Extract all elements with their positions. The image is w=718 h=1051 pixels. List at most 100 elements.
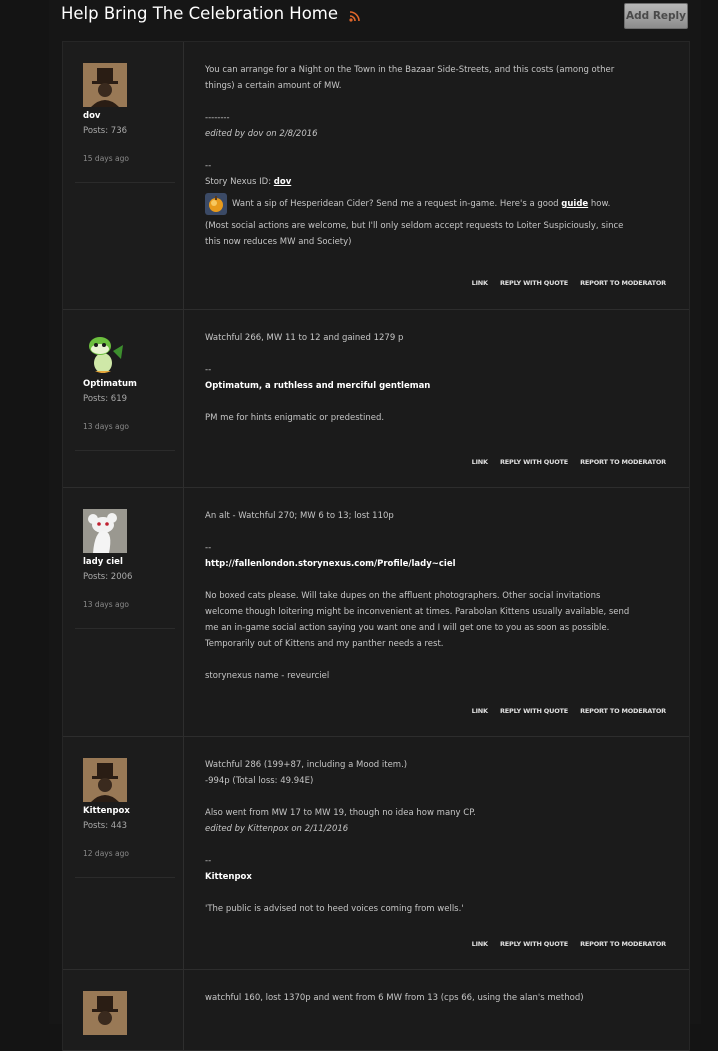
- report-to-moderator-action[interactable]: REPORT TO MODERATOR: [580, 940, 666, 948]
- post-text: things) a certain amount of MW.: [205, 81, 342, 91]
- post-text: watchful 160, lost 1370p and went from 6…: [205, 993, 584, 1003]
- post-text: welcome though loitering might be inconv…: [205, 607, 630, 617]
- cider-text-end: how.: [588, 199, 611, 209]
- post-body: watchful 160, lost 1370p and went from 6…: [205, 990, 669, 1006]
- author-name[interactable]: lady ciel: [83, 557, 123, 567]
- storynexus-id: Story Nexus ID: dov: [205, 174, 669, 190]
- post-dov: dov Posts: 736 15 days ago You can arran…: [63, 42, 689, 310]
- post-text: Watchful 286 (199+87, including a Mood i…: [205, 760, 408, 770]
- post-count-label: Posts:: [83, 126, 109, 136]
- reply-with-quote-action[interactable]: REPLY WITH QUOTE: [500, 279, 568, 287]
- post-body: Watchful 266, MW 11 to 12 and gained 127…: [205, 330, 669, 426]
- avatar-top-hat[interactable]: [83, 991, 127, 1035]
- post-count-label: Posts:: [83, 394, 109, 404]
- author-post-count: Posts: 736: [83, 126, 127, 136]
- post-body: You can arrange for a Night on the Town …: [205, 62, 669, 250]
- avatar-top-hat[interactable]: [83, 63, 127, 107]
- signature-dash: --: [205, 856, 212, 866]
- reply-with-quote-action[interactable]: REPLY WITH QUOTE: [500, 940, 568, 948]
- cider-text: Want a sip of Hesperidean Cider? Send me…: [232, 199, 562, 209]
- post-list: dov Posts: 736 15 days ago You can arran…: [62, 41, 690, 1051]
- post-text: Watchful 266, MW 11 to 12 and gained 127…: [205, 333, 404, 343]
- signature-dash: --: [205, 543, 212, 553]
- report-to-moderator-action[interactable]: REPORT TO MODERATOR: [580, 279, 666, 287]
- post-author-panel: [63, 970, 184, 1050]
- post-actions: LINK REPLY WITH QUOTE REPORT TO MODERATO…: [462, 707, 667, 715]
- thread-title: Help Bring The Celebration Home: [61, 4, 361, 23]
- link-action[interactable]: LINK: [472, 940, 488, 948]
- post-actions: LINK REPLY WITH QUOTE REPORT TO MODERATO…: [462, 279, 667, 287]
- edited-note: edited by dov on 2/8/2016: [205, 129, 318, 139]
- post-text: me an in-game social action saying you w…: [205, 623, 610, 633]
- post-author-panel: Kittenpox Posts: 443 12 days ago: [63, 737, 184, 969]
- author-post-count: Posts: 443: [83, 821, 127, 831]
- author-divider: [75, 628, 175, 629]
- avatar-snake[interactable]: [83, 331, 127, 375]
- reply-with-quote-action[interactable]: REPLY WITH QUOTE: [500, 707, 568, 715]
- post-count-value: 619: [110, 394, 128, 404]
- post-actions: LINK REPLY WITH QUOTE REPORT TO MODERATO…: [462, 458, 667, 466]
- signature-text: Kittenpox: [205, 872, 252, 882]
- signature-dash: --: [205, 161, 212, 171]
- guide-link[interactable]: guide: [561, 199, 588, 209]
- report-to-moderator-action[interactable]: REPORT TO MODERATOR: [580, 707, 666, 715]
- author-name[interactable]: Optimatum: [83, 379, 137, 389]
- cider-line: Want a sip of Hesperidean Cider? Send me…: [205, 193, 669, 215]
- post-count-value: 2006: [110, 572, 133, 582]
- author-divider: [75, 182, 175, 183]
- author-divider: [75, 450, 175, 451]
- hesperidean-cider-icon: [205, 193, 227, 215]
- link-action[interactable]: LINK: [472, 279, 488, 287]
- author-post-count: Posts: 2006: [83, 572, 132, 582]
- rss-feed-icon[interactable]: [349, 11, 361, 22]
- link-action[interactable]: LINK: [472, 458, 488, 466]
- post-count-value: 736: [110, 126, 128, 136]
- post-age: 15 days ago: [83, 154, 129, 163]
- post-text: 'The public is advised not to heed voice…: [205, 904, 464, 914]
- post-count-label: Posts:: [83, 821, 109, 831]
- thread-title-text: Help Bring The Celebration Home: [61, 4, 339, 23]
- post-count-label: Posts:: [83, 572, 109, 582]
- author-post-count: Posts: 619: [83, 394, 127, 404]
- signature-dash: --: [205, 365, 212, 375]
- post-text: PM me for hints enigmatic or predestined…: [205, 413, 385, 423]
- signature-text: Optimatum, a ruthless and merciful gentl…: [205, 381, 431, 391]
- edited-note: edited by Kittenpox on 2/11/2016: [205, 824, 349, 834]
- profile-url[interactable]: http://fallenlondon.storynexus.com/Profi…: [205, 556, 669, 572]
- post-age: 13 days ago: [83, 600, 129, 609]
- storynexus-label: Story Nexus ID:: [205, 177, 274, 187]
- post-text: (Most social actions are welcome, but I'…: [205, 221, 624, 231]
- avatar-top-hat[interactable]: [83, 758, 127, 802]
- reply-with-quote-action[interactable]: REPLY WITH QUOTE: [500, 458, 568, 466]
- post-author-panel: Optimatum Posts: 619 13 days ago: [63, 310, 184, 487]
- post-optimatum: Optimatum Posts: 619 13 days ago Watchfu…: [63, 310, 689, 488]
- author-name[interactable]: dov: [83, 111, 100, 121]
- add-reply-button[interactable]: Add Reply: [624, 3, 688, 29]
- post-text: You can arrange for a Night on the Town …: [205, 65, 615, 75]
- avatar-white-rat[interactable]: [83, 509, 127, 553]
- post-author-panel: lady ciel Posts: 2006 13 days ago: [63, 488, 184, 736]
- post-count-value: 443: [110, 821, 128, 831]
- storynexus-link[interactable]: dov: [274, 177, 291, 187]
- post-text: -994p (Total loss: 49.94E): [205, 776, 314, 786]
- post-text: An alt - Watchful 270; MW 6 to 13; lost …: [205, 511, 394, 521]
- post-body: An alt - Watchful 270; MW 6 to 13; lost …: [205, 508, 669, 684]
- post-text: Temporarily out of Kittens and my panthe…: [205, 639, 444, 649]
- post-text: Also went from MW 17 to MW 19, though no…: [205, 808, 476, 818]
- post-kittenpox: Kittenpox Posts: 443 12 days ago Watchfu…: [63, 737, 689, 970]
- post-lady-ciel: lady ciel Posts: 2006 13 days ago An alt…: [63, 488, 689, 737]
- post-partial: watchful 160, lost 1370p and went from 6…: [63, 970, 689, 1051]
- post-text: --------: [205, 113, 230, 123]
- post-text: No boxed cats please. Will take dupes on…: [205, 591, 601, 601]
- author-divider: [75, 877, 175, 878]
- post-actions: LINK REPLY WITH QUOTE REPORT TO MODERATO…: [462, 940, 667, 948]
- post-age: 12 days ago: [83, 849, 129, 858]
- thread-header: Help Bring The Celebration Home Add Repl…: [61, 0, 689, 34]
- link-action[interactable]: LINK: [472, 707, 488, 715]
- post-age: 13 days ago: [83, 422, 129, 431]
- author-name[interactable]: Kittenpox: [83, 806, 130, 816]
- post-text: this now reduces MW and Society): [205, 237, 352, 247]
- post-body: Watchful 286 (199+87, including a Mood i…: [205, 757, 669, 917]
- report-to-moderator-action[interactable]: REPORT TO MODERATOR: [580, 458, 666, 466]
- post-author-panel: dov Posts: 736 15 days ago: [63, 42, 184, 309]
